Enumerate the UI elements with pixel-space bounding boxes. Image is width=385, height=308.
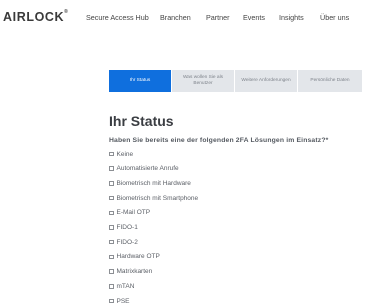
- option-label: Keine: [116, 150, 134, 158]
- step-persoenliche-daten[interactable]: Persönliche Daten: [298, 70, 362, 92]
- nav-secure-access-hub[interactable]: Secure Access Hub: [86, 13, 149, 22]
- option-email-otp[interactable]: E-Mail OTP: [109, 208, 150, 218]
- question-label: Haben Sie bereits eine der folgenden 2FA…: [109, 137, 329, 144]
- option-mtan[interactable]: mTAN: [109, 281, 134, 291]
- option-fido-1[interactable]: FIDO-1: [109, 223, 138, 233]
- checkbox[interactable]: [109, 269, 114, 274]
- option-label: mTAN: [116, 282, 135, 290]
- option-label: E-Mail OTP: [116, 209, 151, 217]
- checkbox[interactable]: [109, 298, 114, 304]
- checkbox[interactable]: [109, 284, 114, 289]
- registered-mark: ®: [64, 9, 69, 15]
- option-pse[interactable]: PSE: [109, 296, 130, 306]
- checkbox[interactable]: [109, 210, 114, 216]
- option-biometrisch-smartphone[interactable]: Biometrisch mit Smartphone: [109, 193, 198, 203]
- option-biometrisch-hardware[interactable]: Biometrisch mit Hardware: [109, 178, 191, 188]
- nav-insights[interactable]: Insights: [279, 13, 304, 22]
- checkbox[interactable]: [109, 195, 114, 201]
- option-label: Hardware OTP: [116, 253, 160, 261]
- option-label: Matrixkarten: [116, 268, 153, 276]
- option-keine[interactable]: Keine: [109, 149, 133, 159]
- checkbox[interactable]: [109, 239, 114, 245]
- option-automatisierte-anrufe[interactable]: Automatisierte Anrufe: [109, 164, 179, 174]
- nav-events[interactable]: Events: [243, 13, 265, 22]
- nav-ueber-uns[interactable]: Über uns: [320, 13, 349, 22]
- checkbox[interactable]: [109, 254, 114, 260]
- step-ihr-status[interactable]: Ihr Status: [109, 70, 171, 92]
- option-label: PSE: [116, 297, 130, 305]
- page-title: Ihr Status: [109, 113, 174, 129]
- option-label: Biometrisch mit Hardware: [116, 179, 191, 187]
- checkbox[interactable]: [109, 166, 114, 171]
- checkbox[interactable]: [109, 225, 114, 230]
- step-weitere-anforderungen[interactable]: Weitere Anforderungen: [235, 70, 297, 92]
- checkbox[interactable]: [109, 181, 114, 186]
- option-label: Automatisierte Anrufe: [116, 165, 179, 173]
- logo-text: AIRLOCK: [3, 10, 65, 24]
- option-matrixkarten[interactable]: Matrixkarten: [109, 267, 152, 277]
- option-hardware-otp[interactable]: Hardware OTP: [109, 252, 160, 262]
- checkbox[interactable]: [109, 151, 114, 157]
- step-benutzer[interactable]: Was wollen Sie als Benutzer: [172, 70, 234, 92]
- top-navigation: AIRLOCK® Secure Access Hub Branchen Part…: [0, 0, 385, 34]
- option-label: Biometrisch mit Smartphone: [116, 194, 199, 202]
- nav-branchen[interactable]: Branchen: [160, 13, 191, 22]
- option-label: FIDO-2: [116, 238, 138, 246]
- airlock-logo[interactable]: AIRLOCK®: [3, 9, 69, 24]
- option-fido-2[interactable]: FIDO-2: [109, 237, 138, 247]
- nav-partner[interactable]: Partner: [206, 13, 230, 22]
- option-label: FIDO-1: [116, 224, 138, 231]
